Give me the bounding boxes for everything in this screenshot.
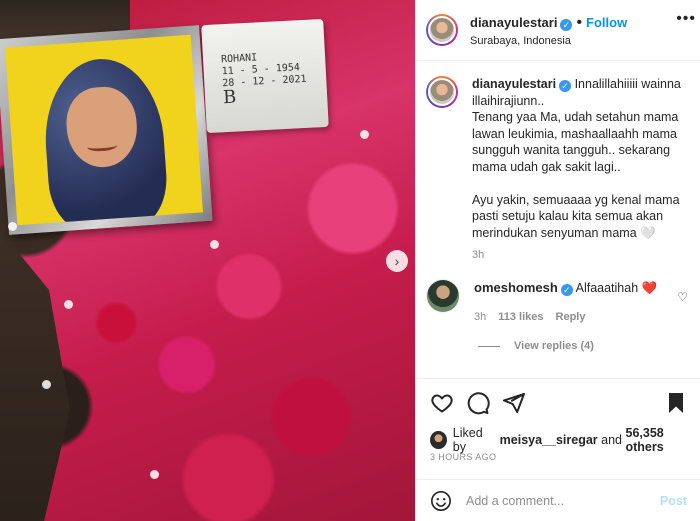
caption-body: dianayulestari ✓ Innalillahiiiii wainna i… [472, 76, 694, 264]
action-bar [430, 391, 688, 415]
add-comment-bar: Add a comment... Post [416, 480, 700, 521]
comment-input[interactable]: Add a comment... [466, 494, 660, 508]
petal [210, 240, 219, 249]
emoji-icon[interactable] [430, 490, 452, 512]
portrait-frame [0, 25, 213, 235]
location-link[interactable]: Surabaya, Indonesia [470, 35, 627, 47]
likes-summary: Liked by meisya__siregar and 56,358 othe… [430, 426, 700, 454]
soil [0, 230, 70, 521]
comment-meta: 3h 113 likes Reply [474, 309, 674, 326]
next-slide-button[interactable]: › [386, 250, 408, 272]
reply-button[interactable]: Reply [556, 309, 586, 326]
likes-prefix: Liked by [452, 426, 483, 454]
avatar[interactable] [426, 14, 458, 46]
tombstone: ROHANI 11 - 5 - 1954 28 - 12 - 2021 B [201, 18, 329, 134]
caption-username[interactable]: dianayulestari [472, 77, 556, 91]
replies-line [478, 345, 500, 347]
post-timestamp[interactable]: 3 HOURS AGO [430, 452, 496, 462]
post-comment-button[interactable]: Post [660, 494, 687, 508]
likes-and: and [601, 433, 623, 447]
header-meta: dianayulestari ✓ • Follow Surabaya, Indones… [470, 14, 627, 47]
caption: dianayulestari ✓ Innalillahiiiii wainna i… [426, 76, 694, 264]
verified-icon: ✓ [560, 284, 573, 296]
verified-icon: ✓ [559, 80, 572, 92]
comment-likes[interactable]: 113 likes [498, 309, 543, 326]
caption-time[interactable]: 3h [472, 247, 694, 264]
comment-time[interactable]: 3h [474, 309, 486, 326]
portrait [5, 34, 203, 226]
heart-icon[interactable] [430, 391, 454, 415]
petal [360, 130, 369, 139]
follow-button[interactable]: Follow [586, 15, 627, 30]
view-replies-label: View replies (4) [514, 340, 594, 352]
view-replies-button[interactable]: View replies (4) [478, 340, 594, 352]
petal [42, 380, 51, 389]
likes-count[interactable]: 56,358 others [626, 426, 700, 454]
avatar[interactable] [430, 431, 447, 449]
comment-username[interactable]: omeshomesh [474, 280, 558, 295]
post-header: dianayulestari ✓ • Follow Surabaya, Indones… [426, 10, 691, 50]
separator-dot: • [576, 13, 583, 31]
like-comment-icon[interactable]: ♡ [677, 290, 688, 304]
petal [64, 300, 73, 309]
share-icon[interactable] [502, 391, 526, 415]
author-username[interactable]: dianayulestari [470, 15, 557, 30]
caption-text: Innalillahiiiii wainna illaihirajiunn.. … [472, 77, 681, 240]
comment-icon[interactable] [466, 391, 490, 415]
post-side-panel: dianayulestari ✓ • Follow Surabaya, Indones… [415, 0, 700, 521]
avatar[interactable] [426, 76, 458, 108]
post-photo: ROHANI 11 - 5 - 1954 28 - 12 - 2021 B › [0, 0, 415, 521]
more-options-icon[interactable]: ••• [676, 10, 696, 28]
petal [8, 222, 17, 231]
petal [150, 470, 159, 479]
chevron-right-icon: › [394, 253, 400, 269]
comment-body: omeshomesh ✓ Alfaaatihah ❤️ 3h 113 likes … [474, 279, 674, 326]
bookmark-icon[interactable] [664, 391, 688, 415]
divider [416, 60, 700, 61]
comment-text: Alfaaatihah ❤️ [575, 281, 658, 295]
likes-user[interactable]: meisya__siregar [500, 433, 598, 447]
avatar[interactable] [426, 279, 460, 313]
verified-icon: ✓ [560, 18, 573, 31]
divider [416, 378, 700, 379]
comment: omeshomesh ✓ Alfaaatihah ❤️ 3h 113 likes … [426, 279, 694, 326]
